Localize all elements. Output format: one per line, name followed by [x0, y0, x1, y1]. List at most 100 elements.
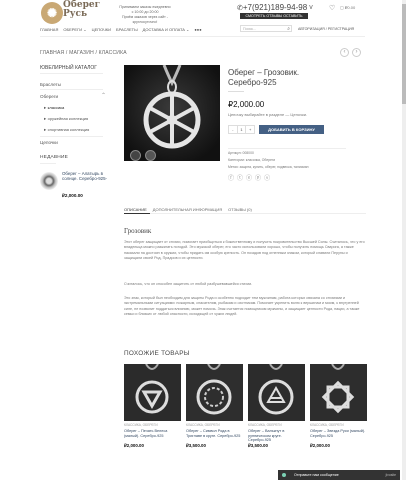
divider [228, 148, 346, 149]
recent-product-title[interactable]: Оберег – Алатырь в солнце. Серебро-925- [62, 171, 110, 181]
description-paragraph: Этот оберег защищает от стихии, помогает… [124, 240, 365, 261]
image-thumb[interactable] [130, 150, 141, 161]
description-paragraph: Считалось, что он способен защитить от л… [124, 282, 253, 286]
star-amulet-image [310, 364, 367, 421]
chat-status-icon [282, 473, 286, 477]
logo-text: Оберег Русь [63, 0, 101, 19]
related-price: ₽3,500.00 [248, 443, 268, 448]
add-to-cart-button[interactable]: ДОБАВИТЬ В КОРЗИНУ [259, 125, 324, 134]
related-price: ₽2,000.00 [310, 443, 330, 448]
related-category: КЛАССИКА, ОБЕРЕГИ [186, 423, 220, 427]
sidebar-item-amulets[interactable]: Обереги [40, 94, 58, 99]
chat-brand: jivosite [385, 473, 396, 477]
related-product-image[interactable] [248, 364, 305, 421]
sub-label: классика [47, 105, 65, 110]
phone-text: +7(921)189-94-98 [242, 3, 308, 12]
product-image[interactable] [124, 65, 220, 161]
related-product-image[interactable] [310, 364, 367, 421]
related-product-image[interactable] [124, 364, 181, 421]
twitter-icon[interactable]: ⓣ [237, 173, 243, 182]
breadcrumb[interactable]: ГЛАВНАЯ / МАГАЗИН / КЛАССИКА [40, 50, 127, 56]
amulet-illustration [124, 65, 220, 161]
recent-product-price: ₽2,000.00 [62, 193, 83, 198]
recent-heading-line [40, 163, 56, 164]
related-price: ₽2,000.00 [124, 443, 144, 448]
chat-label: Отправьте нам сообщение [294, 473, 339, 477]
description-paragraph: Это знак, который был необходим для защи… [124, 296, 360, 317]
related-category: КЛАССИКА, ОБЕРЕГИ [124, 423, 158, 427]
next-product-icon[interactable]: › [352, 48, 361, 57]
scrollbar-thumb[interactable] [402, 4, 406, 104]
facebook-icon[interactable]: ⓕ [228, 173, 234, 182]
qty-minus-button[interactable]: - [229, 126, 238, 133]
wishlist-heart-icon[interactable]: ♡ [329, 4, 335, 12]
product-tags[interactable]: Метки: защита, купить, оберег, подвеска,… [228, 165, 309, 169]
product-tabs: ОПИСАНИЕ ДОПОЛНИТЕЛЬНАЯ ИНФОРМАЦИЯ ОТЗЫВ… [124, 207, 252, 212]
vk-icon[interactable]: v [307, 4, 315, 12]
search-placeholder: Поиск... [243, 27, 256, 31]
divider [40, 136, 103, 137]
reviews-button[interactable]: СМОТРЕТЬ ОТЗЫВЫ ОСТАВИТЬ ОТЗЫВ [240, 13, 308, 24]
prev-product-icon[interactable]: ‹ [340, 48, 349, 57]
nav-delivery[interactable]: ДОСТАВКА И ОПЛАТА ⌄ [143, 27, 190, 32]
share-icons: ⓕ ⓣ ⓔ ⓟ ⓥ [228, 173, 270, 182]
tab-additional-info[interactable]: ДОПОЛНИТЕЛЬНАЯ ИНФОРМАЦИЯ [153, 207, 222, 212]
related-title[interactable]: Оберег – Печать Велеса (малый). Серебро-… [124, 429, 181, 438]
logo-emblem-icon: ✺ [41, 2, 63, 24]
qty-plus-button[interactable]: + [246, 126, 254, 133]
sidebar-heading: ЮВЕЛИРНЫЙ КАТАЛОГ [40, 65, 98, 71]
page-scrollbar[interactable] [402, 0, 406, 480]
product-categories[interactable]: Категории: классика, Обереги [228, 158, 275, 162]
nav-more[interactable]: ●●● [194, 27, 201, 32]
valknut-amulet-image [248, 364, 305, 421]
tab-reviews[interactable]: ОТЗЫВЫ (0) [228, 207, 252, 212]
sidebar-item-chains[interactable]: Цепочки [40, 140, 58, 145]
velesa-amulet-image [124, 364, 181, 421]
sidebar-sub-weapon[interactable]: ▸ оружейная коллекция [44, 116, 88, 122]
nav-chains[interactable]: ЦЕПОЧКИ [92, 27, 111, 32]
work-hours-info: Принимаем заказы ежедневно с 10:00 до 20… [115, 5, 175, 25]
phone-number[interactable]: ✆+7(921)189-94-98 [237, 3, 307, 12]
tabs-line [124, 213, 366, 214]
nav-home[interactable]: ГЛАВНАЯ [40, 27, 58, 32]
nav-bracelets[interactable]: БРАСЛЕТЫ [116, 27, 138, 32]
vk-share-icon[interactable]: ⓥ [264, 173, 270, 182]
related-product-image[interactable] [186, 364, 243, 421]
related-price: ₽3,500.00 [186, 443, 206, 448]
sidebar-sub-sport[interactable]: ▸ спортивная коллекция [44, 127, 89, 133]
related-category: КЛАССИКА, ОБЕРЕГИ [248, 423, 282, 427]
image-thumb[interactable] [145, 150, 156, 161]
sub-label: оружейная коллекция [47, 116, 89, 121]
sidebar-item-bracelets[interactable]: Браслеты [40, 82, 61, 87]
title-divider [228, 91, 244, 92]
qty-input[interactable]: 1 [238, 126, 247, 133]
cart-link[interactable]: ▢ ₽0.00 [340, 5, 355, 10]
related-category: КЛАССИКА, ОБЕРЕГИ [310, 423, 344, 427]
pinterest-icon[interactable]: ⓟ [255, 173, 261, 182]
chat-widget[interactable]: Отправьте нам сообщение jivosite [278, 470, 400, 480]
related-title[interactable]: Оберег – Символ Рода в Триглаве в круге.… [186, 429, 243, 438]
active-tab-indicator [124, 213, 150, 214]
sidebar-heading-line [40, 73, 103, 74]
description-title: Грозовик [124, 227, 152, 235]
sub-label: спортивная коллекция [47, 127, 90, 132]
site-logo[interactable]: ✺ Оберег Русь [41, 0, 101, 27]
product-note[interactable]: Цепочку выбирайте в разделе — Цепочки. [228, 112, 307, 117]
info-line: Приём заказов через сайт - круглосуточно… [122, 15, 168, 24]
divider [40, 89, 103, 90]
search-icon[interactable]: ⌕ [287, 26, 290, 32]
related-title[interactable]: Оберег – Валькнут в рунническом круге. С… [248, 429, 305, 443]
email-icon[interactable]: ⓔ [246, 173, 252, 182]
related-title[interactable]: Оберег – Звезда Руси (малый). Серебро-92… [310, 429, 367, 438]
recent-product-image[interactable] [40, 172, 58, 190]
main-nav: ГЛАВНАЯ ОБЕРЕГИ ⌄ ЦЕПОЧКИ БРАСЛЕТЫ ДОСТА… [40, 27, 202, 32]
nav-amulets[interactable]: ОБЕРЕГИ ⌄ [63, 27, 86, 32]
sidebar-sub-classic[interactable]: ▸ классика [44, 105, 64, 111]
recent-heading: НЕДАВНИЕ [40, 155, 69, 160]
quantity-stepper[interactable]: - 1 + [228, 125, 255, 134]
product-price: ₽2,000.00 [228, 100, 265, 109]
search-input[interactable]: Поиск... ⌕ [240, 25, 292, 32]
tab-description[interactable]: ОПИСАНИЕ [124, 207, 147, 212]
chevron-up-icon[interactable]: ⌃ [101, 92, 106, 99]
login-link[interactable]: АВТОРИЗАЦИЯ / РЕГИСТРАЦИЯ [298, 27, 354, 31]
